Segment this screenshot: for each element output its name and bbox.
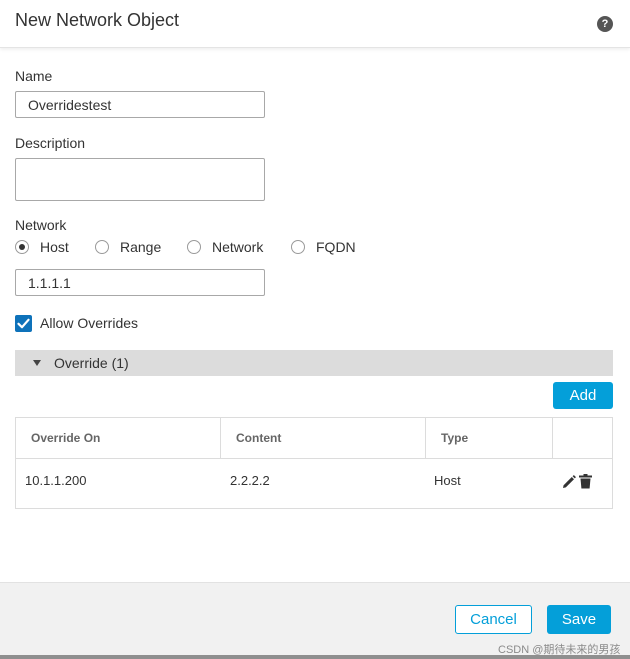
override-section-title: Override (1)	[54, 355, 129, 371]
column-header-type[interactable]: Type	[426, 418, 553, 459]
override-table-header: Override On Content Type	[16, 418, 612, 459]
radio-fqdn-label: FQDN	[316, 239, 356, 255]
radio-range-label: Range	[120, 239, 162, 255]
description-label: Description	[15, 135, 86, 151]
table-row: 10.1.1.200 2.2.2.2 Host	[16, 460, 612, 508]
cell-type: Host	[434, 473, 461, 488]
checkmark-icon	[17, 318, 30, 328]
help-icon[interactable]: ?	[597, 16, 613, 32]
trash-icon[interactable]	[579, 474, 592, 489]
radio-host[interactable]: Host	[15, 238, 69, 256]
new-network-object-dialog: New Network Object ? Name Description Ne…	[0, 0, 630, 659]
radio-network-label: Network	[212, 239, 264, 255]
allow-overrides-checkbox[interactable]	[15, 314, 32, 332]
name-input[interactable]	[15, 91, 265, 118]
name-label: Name	[15, 68, 53, 84]
allow-overrides-row: Allow Overrides	[15, 314, 138, 332]
pencil-icon[interactable]	[562, 475, 576, 489]
radio-unselected-icon	[187, 240, 201, 254]
override-section-toggle[interactable]: Override (1)	[15, 350, 613, 376]
caret-down-icon	[33, 360, 41, 366]
dialog-title: New Network Object	[15, 10, 180, 30]
radio-unselected-icon	[291, 240, 305, 254]
column-header-content[interactable]: Content	[221, 418, 426, 459]
network-value-input[interactable]	[15, 269, 265, 296]
column-header-actions	[553, 418, 612, 459]
save-button[interactable]: Save	[547, 605, 611, 634]
dialog-header: New Network Object ?	[0, 0, 630, 48]
network-label: Network	[15, 217, 67, 233]
cell-override-on: 10.1.1.200	[25, 473, 87, 488]
radio-network[interactable]: Network	[187, 238, 263, 256]
radio-range[interactable]: Range	[95, 238, 161, 256]
allow-overrides-label: Allow Overrides	[40, 315, 139, 331]
description-input[interactable]	[15, 158, 265, 201]
watermark: CSDN @期待未来的男孩	[498, 644, 621, 656]
radio-host-label: Host	[40, 239, 69, 255]
cell-content: 2.2.2.2	[230, 473, 270, 488]
radio-unselected-icon	[95, 240, 109, 254]
radio-fqdn[interactable]: FQDN	[291, 238, 356, 256]
column-header-override-on[interactable]: Override On	[16, 418, 221, 459]
add-override-button[interactable]: Add	[553, 382, 613, 409]
override-table: Override On Content Type 10.1.1.200 2.2.…	[15, 417, 613, 509]
radio-selected-icon	[15, 240, 29, 254]
cancel-button[interactable]: Cancel	[455, 605, 532, 634]
